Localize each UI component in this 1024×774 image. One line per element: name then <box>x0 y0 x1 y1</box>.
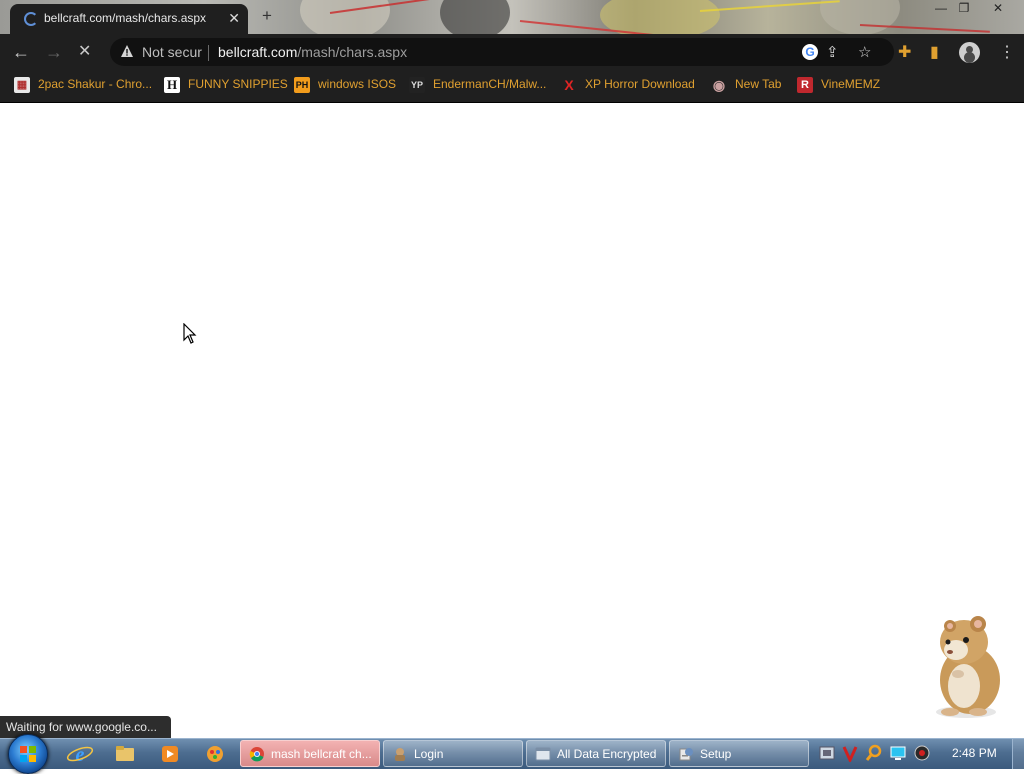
wallpaper-scribble <box>699 0 840 12</box>
bookmark-new-tab[interactable]: New Tab <box>735 77 781 91</box>
side-panel-icon[interactable]: ▮ <box>930 42 939 62</box>
file-explorer-icon[interactable] <box>107 742 143 766</box>
tray-app-icon[interactable] <box>818 744 836 762</box>
wallpaper-splash <box>820 0 900 34</box>
bookmark-2pac-shakur[interactable]: 2pac Shakur - Chro... <box>38 77 152 91</box>
bookmarks-bar: ▦ 2pac Shakur - Chro... H FUNNY SNIPPIES… <box>0 70 1024 103</box>
taskbar-item-label: mash bellcraft ch... <box>271 747 372 761</box>
url-text[interactable]: bellcraft.com/mash/chars.aspx <box>218 44 407 60</box>
volume-knob-icon[interactable] <box>913 744 931 762</box>
taskbar-item-login[interactable]: Login <box>383 740 523 767</box>
network-monitor-icon[interactable] <box>889 744 907 762</box>
taskbar-item-chrome[interactable]: mash bellcraft ch... <box>240 740 380 767</box>
yp-logo-icon: YP <box>409 77 425 93</box>
web-page-content[interactable] <box>0 103 1024 740</box>
chrome-icon <box>249 747 264 762</box>
taskbar-item-all-data-encrypted[interactable]: All Data Encrypted <box>526 740 666 767</box>
taskbar-item-label: All Data Encrypted <box>557 747 657 761</box>
back-button[interactable]: ← <box>12 42 30 62</box>
wallpaper-splash <box>600 0 720 34</box>
omnibox-separator <box>208 45 209 61</box>
windows-taskbar: e mash bellcraft ch... Login All Data En… <box>0 734 1024 774</box>
paint-app-icon[interactable] <box>197 742 233 766</box>
hamster-desktop-buddy-icon[interactable] <box>920 612 1010 720</box>
stop-loading-button[interactable]: ✕ <box>78 42 91 62</box>
bookmark-endermanch-malware[interactable]: EndermanCH/Malw... <box>433 77 546 91</box>
bookmark-funny-snippies[interactable]: FUNNY SNIPPIES <box>188 77 288 91</box>
forward-button[interactable]: → <box>45 42 63 62</box>
browser-menu-icon[interactable]: ⋮ <box>999 42 1015 62</box>
taskbar-item-label: Login <box>414 747 444 761</box>
new-tab-button[interactable]: + <box>262 6 272 26</box>
bookmark-windows-isos[interactable]: windows ISOS <box>318 77 396 91</box>
search-magnifier-icon[interactable] <box>865 744 883 762</box>
browser-tab-strip: bellcraft.com/mash/chars.aspx ✕ + — ❐ ✕ <box>0 0 1024 34</box>
bookmark-star-icon[interactable]: ☆ <box>858 43 871 61</box>
loading-spinner-icon <box>24 12 38 26</box>
bookmark-xp-horror-download[interactable]: XP Horror Download <box>585 77 695 91</box>
url-host: bellcraft.com <box>218 44 298 60</box>
taskbar-item-label: Setup <box>700 747 732 761</box>
media-player-icon[interactable] <box>152 742 188 766</box>
minimize-button[interactable]: — <box>930 1 952 15</box>
active-browser-tab[interactable]: bellcraft.com/mash/chars.aspx ✕ <box>10 4 248 34</box>
x-logo-icon: X <box>564 77 574 93</box>
address-bar[interactable]: Not secur bellcraft.com/mash/chars.aspx … <box>110 38 894 66</box>
antivirus-v-icon[interactable] <box>841 744 859 762</box>
internet-explorer-icon[interactable]: e <box>62 742 98 766</box>
window-close-button[interactable]: ✕ <box>987 1 1009 15</box>
system-clock[interactable]: 2:48 PM <box>952 746 997 760</box>
login-app-icon <box>395 748 405 761</box>
h-logo-icon: H <box>164 77 180 93</box>
security-status-label[interactable]: Not secur <box>142 44 202 60</box>
restore-button[interactable]: ❐ <box>953 1 975 15</box>
r-logo-icon: R <box>797 77 813 93</box>
show-desktop-button[interactable] <box>1012 739 1024 769</box>
start-button[interactable] <box>8 734 48 774</box>
browser-toolbar: ← → ✕ Not secur bellcraft.com/mash/chars… <box>0 34 1024 70</box>
tab-close-button[interactable]: ✕ <box>228 9 240 27</box>
tupac-favicon-icon: ▦ <box>14 77 30 93</box>
bookmark-vinememz[interactable]: VineMEMZ <box>821 77 880 91</box>
setup-installer-icon <box>679 748 693 761</box>
windows-logo-icon <box>20 746 36 762</box>
window-app-icon <box>535 747 551 761</box>
profile-avatar-icon[interactable] <box>959 42 980 63</box>
google-lens-icon[interactable]: G <box>802 44 818 60</box>
mouse-cursor-icon <box>183 323 197 344</box>
taskbar-item-setup[interactable]: Setup <box>669 740 809 767</box>
tab-title: bellcraft.com/mash/chars.aspx <box>44 11 207 25</box>
wallpaper-splash <box>440 0 510 34</box>
globe-icon: ◉ <box>712 77 726 93</box>
ph-logo-icon: PH <box>294 77 310 93</box>
share-icon[interactable]: ⇪ <box>826 43 839 61</box>
extensions-puzzle-icon[interactable]: ✚ <box>898 42 911 62</box>
url-path: /mash/chars.aspx <box>297 44 408 60</box>
warning-triangle-icon[interactable] <box>120 44 134 58</box>
